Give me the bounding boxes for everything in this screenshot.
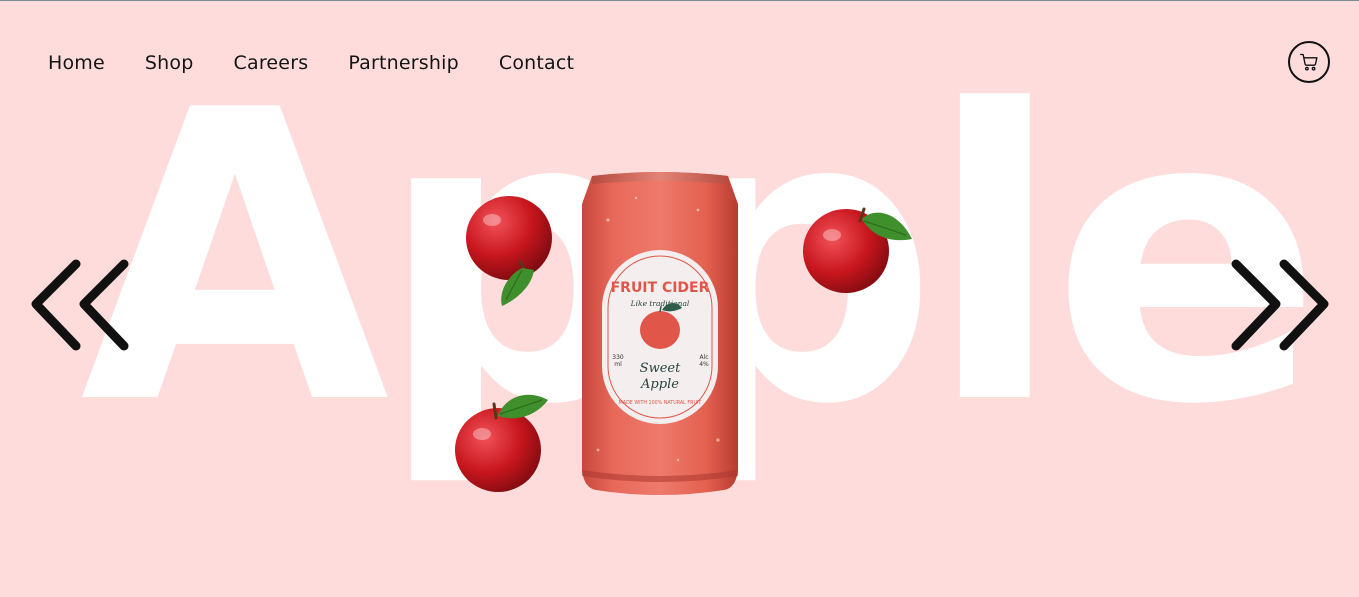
can-volume-unit-text: ml [614, 361, 622, 368]
chevron-double-right-icon[interactable] [1230, 258, 1330, 354]
nav-contact[interactable]: Contact [499, 49, 574, 77]
page: Apple Home Shop Careers Partnership Cont… [0, 0, 1359, 597]
can-volume-text: 330 [612, 354, 624, 361]
chevron-double-left-icon[interactable] [30, 258, 130, 354]
cider-can-image: FRUIT CIDER Like traditional 330 ml Alc … [582, 172, 738, 495]
apple-image-bottom-left [455, 394, 548, 492]
nav-careers[interactable]: Careers [234, 49, 309, 77]
nav-home[interactable]: Home [48, 49, 105, 77]
main-nav: Home Shop Careers Partnership Contact [48, 49, 614, 77]
cart-icon [1300, 53, 1318, 71]
nav-shop[interactable]: Shop [145, 49, 194, 77]
can-flavor-line1-text: Sweet [640, 361, 681, 376]
nav-partnership[interactable]: Partnership [348, 49, 459, 77]
can-flavor-line2-text: Apple [640, 377, 679, 392]
can-brand-text: FRUIT CIDER [611, 280, 710, 296]
can-bottom-text: MADE WITH 100% NATURAL FRUIT [619, 400, 702, 406]
can-alc-value-text: 4% [699, 361, 709, 368]
apple-image-top-left [466, 196, 552, 306]
can-alc-label-text: Alc [699, 354, 708, 361]
apple-image-top-right [803, 207, 912, 293]
top-border [0, 0, 1359, 1]
cart-button[interactable] [1288, 41, 1330, 83]
